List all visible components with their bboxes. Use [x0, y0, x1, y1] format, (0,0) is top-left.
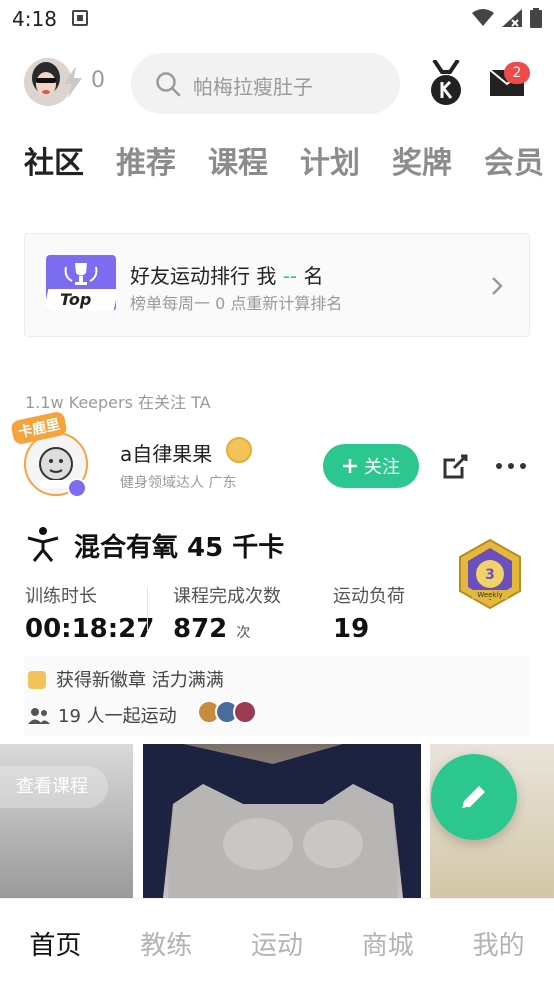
notification-a-icon: [72, 10, 88, 26]
author-medal-icon: [226, 437, 252, 463]
wifi-icon: [472, 9, 494, 26]
participant-avatars[interactable]: [197, 700, 257, 724]
ranking-title-suffix: 名: [297, 264, 324, 288]
together-text: 19 人一起运动: [58, 706, 177, 727]
badge-shield-icon: [28, 671, 46, 689]
people-icon: [28, 708, 50, 724]
tab-plans[interactable]: 计划: [300, 138, 392, 188]
status-time: 4:18: [12, 7, 57, 31]
ranking-title: 好友运动排行 我 -- 名: [130, 260, 324, 289]
battery-icon: [530, 8, 542, 28]
stat-value-number: 872: [173, 614, 228, 644]
stat-label: 课程完成次数: [173, 586, 281, 607]
search-placeholder: 帕梅拉瘦肚子: [193, 75, 313, 99]
stat-duration: 训练时长 00:18:27: [25, 582, 154, 644]
friend-ranking-card[interactable]: Top 好友运动排行 我 -- 名 榜单每周一 0 点重新计算排名: [24, 233, 530, 337]
more-options-icon[interactable]: [496, 462, 526, 470]
compose-post-button[interactable]: [431, 754, 517, 840]
search-input[interactable]: 帕梅拉瘦肚子: [131, 53, 400, 114]
followers-text: 1.1w Keepers 在关注 TA: [25, 393, 211, 412]
search-icon: [156, 72, 181, 97]
status-bar: 4:18: [0, 0, 554, 38]
stat-value-number: 19: [333, 614, 370, 644]
medal-button[interactable]: [426, 58, 466, 106]
stat-label: 运动负荷: [333, 586, 405, 607]
bottom-navigation: 首页 教练 运动 商城 我的: [0, 898, 554, 984]
tab-recommend[interactable]: 推荐: [116, 138, 208, 188]
stat-divider: [147, 587, 148, 631]
svg-text:3: 3: [485, 567, 495, 583]
trophy-icon: [64, 263, 98, 285]
tab-community[interactable]: 社区: [24, 138, 116, 188]
energy-count: 0: [91, 68, 105, 93]
ranking-subtitle: 榜单每周一 0 点重新计算排名: [130, 294, 343, 313]
pencil-icon: [461, 786, 485, 810]
post-author-description: 健身领域达人 广东: [120, 475, 237, 491]
nav-mine[interactable]: 我的: [443, 899, 554, 984]
post-author-name[interactable]: a自律果果: [120, 438, 212, 467]
top-header: 0 帕梅拉瘦肚子: [0, 48, 554, 122]
aerobic-person-icon: [27, 527, 59, 562]
signal-icon: [502, 9, 522, 27]
photo-image: [143, 744, 421, 898]
nav-coach[interactable]: 教练: [111, 899, 222, 984]
top-badge-text: Top: [60, 290, 92, 309]
category-tabs: 社区 推荐 课程 计划 奖牌 会员: [24, 138, 554, 188]
ranking-title-prefix: 好友运动排行 我: [130, 264, 283, 288]
stat-value: 872 次: [173, 614, 281, 644]
achievement-text: 获得新徽章 活力满满: [56, 670, 224, 691]
top-badge-icon: Top: [46, 255, 116, 311]
share-icon[interactable]: [441, 453, 469, 481]
nav-sports[interactable]: 运动: [222, 899, 333, 984]
tab-membership[interactable]: 会员: [484, 138, 554, 188]
nav-home[interactable]: 首页: [0, 899, 111, 984]
tab-medals[interactable]: 奖牌: [392, 138, 484, 188]
post-photo[interactable]: [143, 744, 421, 898]
stat-label: 训练时长: [25, 586, 97, 607]
mail-count-badge: 2: [504, 62, 530, 84]
follow-button[interactable]: 关注: [323, 444, 419, 488]
lightning-icon: [64, 66, 82, 98]
medal-icon: [431, 58, 461, 105]
tab-courses[interactable]: 课程: [208, 138, 300, 188]
stat-value: 19: [333, 614, 405, 644]
stat-value-number: 00:18:27: [25, 614, 155, 644]
stat-load: 运动负荷 19: [333, 582, 405, 644]
participant-avatar: [233, 700, 257, 724]
ranking-position: --: [282, 264, 298, 288]
weekly-badge-label: Weekly: [477, 591, 502, 599]
plus-icon: [343, 459, 357, 473]
achievement-line[interactable]: 获得新徽章 活力满满: [28, 666, 224, 692]
activity-title: 混合有氧 45 千卡: [74, 533, 285, 563]
together-line[interactable]: 19 人一起运动: [28, 702, 177, 728]
stat-value: 00:18:27: [25, 614, 154, 644]
nav-mall[interactable]: 商城: [332, 899, 443, 984]
stat-unit: 次: [236, 625, 251, 641]
chevron-right-icon: [492, 277, 503, 295]
weekly-badge-icon: 3 Weekly: [459, 538, 521, 610]
verified-star-icon: [67, 478, 87, 498]
status-icons: [472, 8, 542, 28]
stat-course-count: 课程完成次数 872 次: [173, 582, 281, 644]
follow-label: 关注: [364, 457, 400, 478]
view-course-button[interactable]: 查看课程: [0, 766, 108, 808]
